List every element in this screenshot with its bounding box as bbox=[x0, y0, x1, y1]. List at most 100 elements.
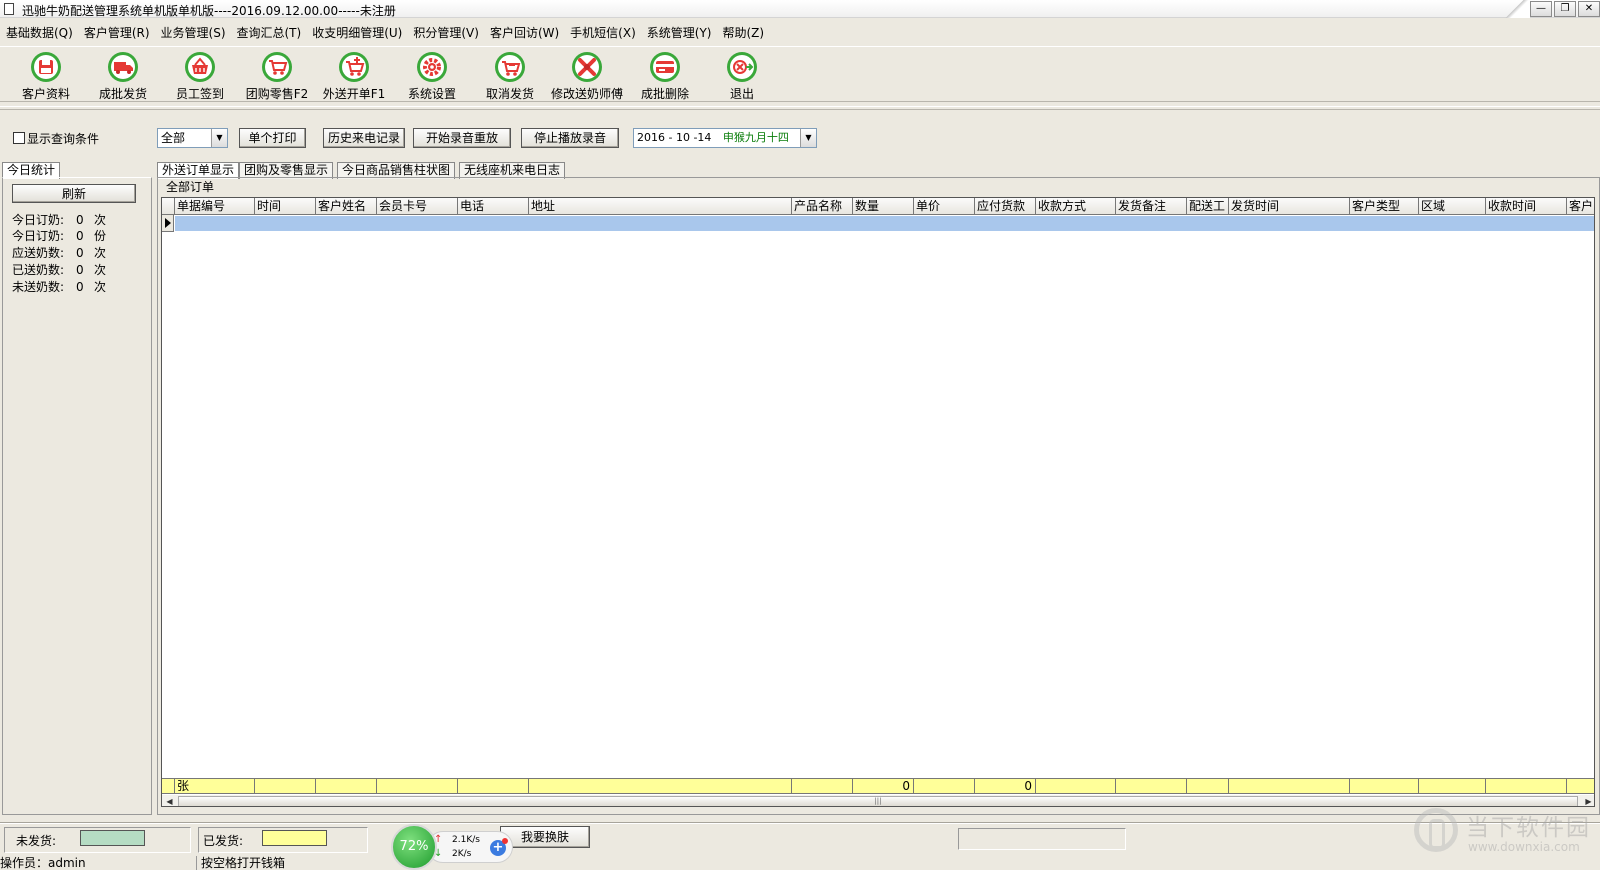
group-retail-button[interactable]: 团购零售F2 bbox=[239, 51, 315, 101]
cancel-delivery-button[interactable]: 取消发货 bbox=[472, 51, 548, 101]
col-payment-time[interactable]: 收款时间 bbox=[1486, 198, 1567, 215]
cart-plus-icon bbox=[339, 52, 369, 82]
col-member-card[interactable]: 会员卡号 bbox=[377, 198, 458, 215]
network-speed-widget[interactable]: ↑ 2.1K/s ↓ 2K/s + 72% bbox=[391, 824, 515, 870]
change-milkman-button[interactable]: 修改送奶师傅 bbox=[549, 51, 625, 101]
col-product-name[interactable]: 产品名称 bbox=[792, 198, 853, 215]
download-speed: 2K/s bbox=[452, 849, 472, 859]
customer-info-button[interactable]: 客户资料 bbox=[8, 51, 84, 101]
menu-sms[interactable]: 手机短信(X) bbox=[570, 24, 636, 42]
scrollbar-thumb[interactable]: ||| bbox=[178, 796, 1578, 806]
menu-income-expense[interactable]: 收支明细管理(U) bbox=[312, 24, 402, 42]
title-corner-decoration bbox=[1500, 0, 1530, 18]
col-region[interactable]: 区域 bbox=[1419, 198, 1486, 215]
col-customer-name[interactable]: 客户姓名 bbox=[316, 198, 377, 215]
menu-query-summary[interactable]: 查询汇总(T) bbox=[237, 24, 302, 42]
col-address[interactable]: 地址 bbox=[529, 198, 792, 215]
staff-checkin-label: 员工签到 bbox=[175, 87, 224, 101]
status-field bbox=[958, 828, 1126, 850]
col-unit-price[interactable]: 单价 bbox=[914, 198, 975, 215]
menu-business-management[interactable]: 业务管理(S) bbox=[161, 24, 226, 42]
current-row-indicator bbox=[162, 215, 174, 232]
exit-label: 退出 bbox=[729, 87, 754, 101]
show-conditions-label: 显示查询条件 bbox=[27, 132, 100, 146]
col-courier[interactable]: 配送工 bbox=[1187, 198, 1229, 215]
stop-recording-playback-button[interactable]: 停止播放录音 bbox=[521, 128, 619, 148]
filter-select[interactable]: 全部 ▼ bbox=[157, 128, 228, 148]
summary-amount-total: 0 bbox=[975, 779, 1036, 794]
orders-group-title: 全部订单 bbox=[166, 180, 215, 194]
show-conditions-checkbox[interactable] bbox=[13, 132, 25, 144]
col-customer-type[interactable]: 客户类型 bbox=[1350, 198, 1419, 215]
header-indicator bbox=[162, 198, 175, 215]
cash-drawer-hint: 按空格打开钱箱 bbox=[196, 856, 285, 870]
restore-button[interactable]: ❐ bbox=[1554, 1, 1576, 17]
app-icon bbox=[4, 3, 14, 15]
col-payment-method[interactable]: 收款方式 bbox=[1036, 198, 1116, 215]
horizontal-scrollbar[interactable]: ◀ ||| ▶ bbox=[162, 795, 1594, 806]
stat-delivered: 已送奶数: 0 次 bbox=[12, 263, 107, 277]
minimize-button[interactable]: — bbox=[1530, 1, 1552, 17]
batch-delete-label: 成批删除 bbox=[640, 87, 689, 101]
stat-due-deliveries: 应送奶数: 0 次 bbox=[12, 246, 107, 260]
stat-today-orders-times: 今日订奶: 0 次 bbox=[12, 213, 107, 227]
tools-icon bbox=[572, 52, 602, 82]
cart-icon bbox=[262, 52, 292, 82]
menu-customer-management[interactable]: 客户管理(R) bbox=[84, 24, 150, 42]
close-button[interactable]: ✕ bbox=[1578, 1, 1600, 17]
new-delivery-order-label: 外送开单F1 bbox=[322, 87, 386, 101]
col-order-no[interactable]: 单据编号 bbox=[175, 198, 255, 215]
start-recording-playback-button[interactable]: 开始录音重放 bbox=[413, 128, 511, 148]
col-phone[interactable]: 电话 bbox=[458, 198, 529, 215]
save-disk-icon bbox=[31, 52, 61, 82]
chevron-down-icon[interactable]: ▼ bbox=[211, 129, 227, 147]
today-stats-body: 刷新 今日订奶: 0 次 今日订奶: 0 份 应送奶数: 0 次 已送奶数: 0 次 未送奶数:… bbox=[2, 177, 152, 815]
menu-help[interactable]: 帮助(Z) bbox=[722, 24, 764, 42]
cancel-delivery-label: 取消发货 bbox=[485, 87, 534, 101]
calendar-dropdown-icon[interactable]: ▼ bbox=[800, 129, 816, 147]
summary-count-unit: 张 bbox=[175, 779, 255, 794]
watermark: 当下软件园 www.downxia.com bbox=[1414, 806, 1600, 862]
summary-quantity-total: 0 bbox=[853, 779, 914, 794]
date-picker[interactable]: 2016 - 10 -14 申猴九月十四 ▼ bbox=[633, 128, 817, 148]
change-milkman-label: 修改送奶师傅 bbox=[550, 87, 623, 101]
col-delivery-note[interactable]: 发货备注 bbox=[1116, 198, 1187, 215]
batch-delivery-button[interactable]: 成批发货 bbox=[85, 51, 161, 101]
col-time[interactable]: 时间 bbox=[255, 198, 316, 215]
stat-undelivered: 未送奶数: 0 次 bbox=[12, 280, 107, 294]
col-delivery-time[interactable]: 发货时间 bbox=[1229, 198, 1350, 215]
selected-row[interactable] bbox=[175, 216, 1594, 231]
watermark-url: www.downxia.com bbox=[1468, 840, 1580, 854]
memory-usage-ball[interactable]: 72% bbox=[391, 824, 437, 870]
toolbar-separator bbox=[0, 106, 1600, 110]
refresh-button[interactable]: 刷新 bbox=[12, 184, 136, 203]
undelivered-label: 未发货: bbox=[16, 834, 57, 848]
customer-info-label: 客户资料 bbox=[21, 87, 70, 101]
single-print-button[interactable]: 单个打印 bbox=[239, 128, 306, 148]
accelerate-plus-icon[interactable]: + bbox=[490, 838, 508, 856]
menu-system[interactable]: 系统管理(Y) bbox=[647, 24, 712, 42]
cart-cancel-icon bbox=[495, 52, 525, 82]
batch-delivery-label: 成批发货 bbox=[98, 87, 147, 101]
new-delivery-order-button[interactable]: 外送开单F1 bbox=[316, 51, 392, 101]
lunar-date: 申猴九月十四 bbox=[722, 131, 789, 144]
scroll-left-arrow-icon[interactable]: ◀ bbox=[163, 795, 176, 806]
exit-icon bbox=[727, 52, 757, 82]
filter-select-value: 全部 bbox=[161, 131, 186, 145]
date-value: 2016 - 10 -14 bbox=[637, 131, 712, 144]
staff-checkin-button[interactable]: 员工签到 bbox=[162, 51, 238, 101]
col-amount-due[interactable]: 应付货款 bbox=[975, 198, 1036, 215]
col-quantity[interactable]: 数量 bbox=[853, 198, 914, 215]
exit-button[interactable]: 退出 bbox=[704, 51, 780, 101]
orders-grid[interactable]: 单据编号 时间 客户姓名 会员卡号 电话 地址 产品名称 数量 单价 应付货款 … bbox=[161, 197, 1595, 807]
stat-today-orders-portions: 今日订奶: 0 份 bbox=[12, 229, 107, 243]
system-settings-button[interactable]: 系统设置 bbox=[394, 51, 470, 101]
batch-delete-button[interactable]: 成批删除 bbox=[627, 51, 703, 101]
menu-customer-visit[interactable]: 客户回访(W) bbox=[490, 24, 559, 42]
window-title: 迅驰牛奶配送管理系统单机版单机版----2016.09.12.00.00----… bbox=[22, 4, 396, 18]
col-customer[interactable]: 客户 bbox=[1567, 198, 1594, 215]
menu-basic-data[interactable]: 基础数据(Q) bbox=[6, 24, 73, 42]
call-history-button[interactable]: 历史来电记录 bbox=[323, 128, 405, 148]
status-separator bbox=[0, 822, 1600, 824]
menu-points[interactable]: 积分管理(V) bbox=[413, 24, 479, 42]
